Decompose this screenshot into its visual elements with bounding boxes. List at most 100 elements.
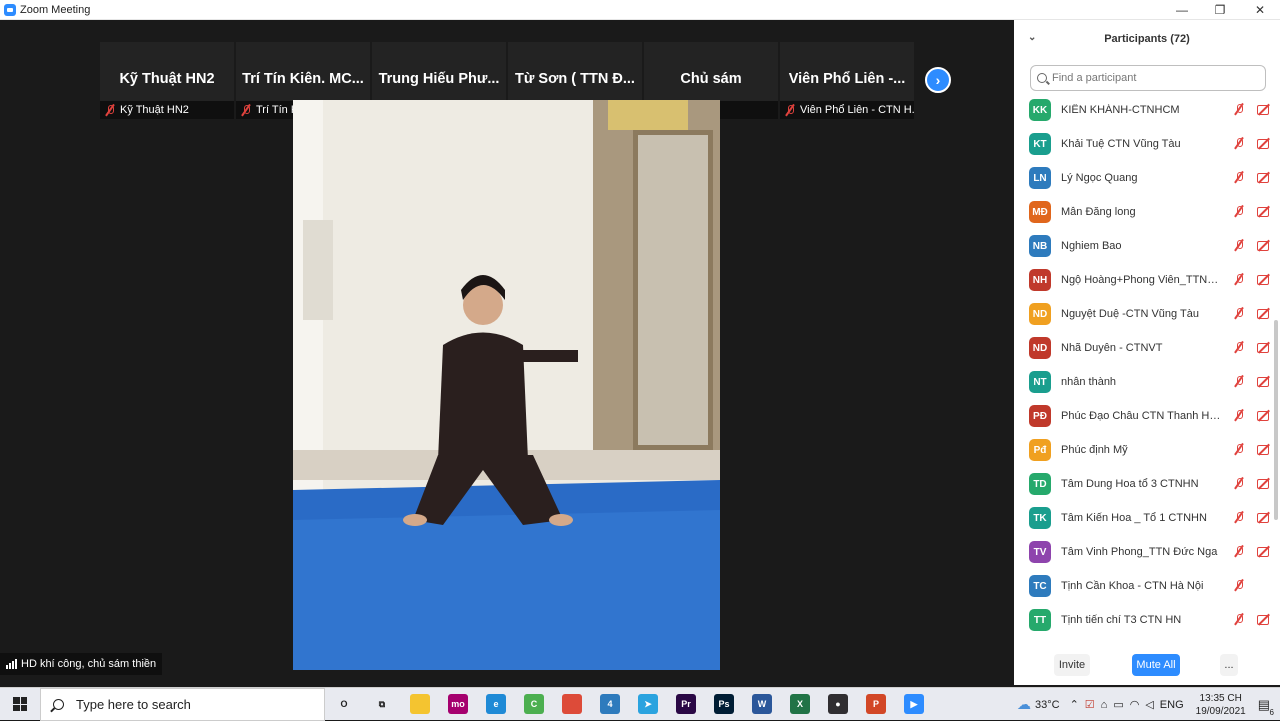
camera-off-icon[interactable] — [1256, 307, 1272, 319]
camera-off-icon[interactable] — [1256, 613, 1272, 625]
participant-name: Tâm Dung Hoa tổ 3 CTNHN — [1061, 478, 1199, 490]
mic-muted-icon — [784, 104, 796, 116]
camera-off-icon[interactable] — [1256, 171, 1272, 183]
mic-muted-icon[interactable] — [1233, 307, 1245, 319]
file-explorer-taskbar-button[interactable] — [401, 688, 439, 721]
maximize-button[interactable]: ❐ — [1200, 0, 1240, 20]
start-button[interactable] — [0, 688, 40, 721]
notification-count: 6 — [1269, 707, 1274, 717]
camera-off-icon[interactable] — [1256, 103, 1272, 115]
invite-button[interactable]: Invite — [1054, 654, 1090, 676]
mail-badge-taskbar-button[interactable]: 4 — [591, 688, 629, 721]
powerpoint-taskbar-button[interactable]: P — [857, 688, 895, 721]
chevron-up-icon[interactable]: ⌃ — [1070, 698, 1079, 711]
participant-name: Ngộ Hoàng+Phong Viên_TTN Đứ... — [1061, 274, 1221, 286]
participant-scrollbar[interactable] — [1274, 320, 1278, 520]
camera-off-icon[interactable] — [1256, 545, 1272, 557]
participant-row[interactable]: Pđ Phúc định Mỹ — [1014, 433, 1272, 467]
participant-thumbnail[interactable]: Kỹ Thuật HN2 Kỹ Thuật HN2 — [100, 42, 234, 119]
camera-off-icon[interactable] — [1256, 375, 1272, 387]
excel-taskbar-button[interactable]: X — [781, 688, 819, 721]
camera-off-icon[interactable] — [1256, 443, 1272, 455]
mic-muted-icon[interactable] — [1233, 511, 1245, 523]
mic-muted-icon[interactable] — [1233, 171, 1245, 183]
camera-off-icon[interactable] — [1256, 205, 1272, 217]
notification-icon[interactable]: ▤ 6 — [1258, 697, 1274, 717]
mic-muted-icon[interactable] — [1233, 477, 1245, 489]
window-title: Zoom Meeting — [20, 3, 91, 16]
camera-off-icon[interactable] — [1256, 137, 1272, 149]
participant-row[interactable]: ND Nhã Duyên - CTNVT — [1014, 331, 1272, 365]
clock[interactable]: 13:35 CH 19/09/2021 — [1196, 692, 1246, 718]
network-icon[interactable]: ⌂ — [1101, 699, 1108, 711]
minimize-button[interactable]: — — [1162, 0, 1202, 20]
mic-muted-icon[interactable] — [1233, 579, 1245, 591]
active-speaker-video[interactable] — [293, 100, 720, 670]
mic-muted-icon[interactable] — [1233, 103, 1245, 115]
participant-row[interactable]: KT Khải Tuệ CTN Vũng Tàu — [1014, 127, 1272, 161]
participant-status — [1233, 307, 1272, 319]
camera-off-icon[interactable] — [1256, 409, 1272, 421]
mic-muted-icon[interactable] — [1233, 137, 1245, 149]
zoom-taskbar-button[interactable]: ▶ — [895, 688, 933, 721]
avatar: Pđ — [1029, 439, 1051, 461]
antivirus-icon[interactable]: ☑ — [1085, 698, 1095, 711]
chrome-taskbar-button[interactable] — [553, 688, 591, 721]
close-button[interactable]: ✕ — [1240, 0, 1280, 20]
more-button[interactable]: ... — [1220, 654, 1238, 676]
telegram-taskbar-button[interactable]: ➤ — [629, 688, 667, 721]
participant-row[interactable]: MĐ Mẫn Đăng long — [1014, 195, 1272, 229]
battery-icon[interactable]: ▭ — [1113, 698, 1123, 711]
mic-muted-icon[interactable] — [1233, 375, 1245, 387]
mic-muted-icon[interactable] — [1233, 613, 1245, 625]
mic-muted-icon[interactable] — [1233, 341, 1245, 353]
participant-row[interactable]: NH Ngộ Hoàng+Phong Viên_TTN Đứ... — [1014, 263, 1272, 297]
mic-muted-icon[interactable] — [1233, 443, 1245, 455]
mic-muted-icon[interactable] — [1233, 409, 1245, 421]
weather-temp[interactable]: 33°C — [1035, 699, 1060, 711]
participant-row[interactable]: ND Nguyệt Duệ -CTN Vũng Tàu — [1014, 297, 1272, 331]
task-view-taskbar-button[interactable]: ⧉ — [363, 688, 401, 721]
participant-status — [1233, 103, 1272, 115]
mic-muted-icon[interactable] — [1233, 545, 1245, 557]
mic-muted-icon[interactable] — [1233, 273, 1245, 285]
participant-status — [1233, 579, 1272, 591]
edge-taskbar-button[interactable]: e — [477, 688, 515, 721]
camera-off-icon[interactable] — [1256, 477, 1272, 489]
participant-list: KK KIÊN KHÁNH-CTNHCM KT Khải Tuệ CTN Vũn… — [1014, 93, 1272, 637]
word-taskbar-button[interactable]: W — [743, 688, 781, 721]
language-indicator[interactable]: ENG — [1160, 699, 1184, 711]
mute-all-button[interactable]: Mute All — [1132, 654, 1180, 676]
participant-row[interactable]: NB Nghiem Bao — [1014, 229, 1272, 263]
participant-row[interactable]: KK KIÊN KHÁNH-CTNHCM — [1014, 93, 1272, 127]
camera-off-icon[interactable] — [1256, 239, 1272, 251]
momo-taskbar-button[interactable]: mo — [439, 688, 477, 721]
premiere-taskbar-button[interactable]: Pr — [667, 688, 705, 721]
participants-title: Participants (72) — [1104, 33, 1190, 45]
camera-off-icon[interactable] — [1256, 511, 1272, 523]
next-page-icon[interactable]: › — [925, 67, 951, 93]
wifi-icon[interactable]: ◠ — [1130, 698, 1140, 711]
participant-row[interactable]: TV Tâm Vinh Phong_TTN Đức Nga — [1014, 535, 1272, 569]
camera-off-icon[interactable] — [1256, 273, 1272, 285]
photoshop-taskbar-button[interactable]: Ps — [705, 688, 743, 721]
coccoc-taskbar-button[interactable]: C — [515, 688, 553, 721]
participant-row[interactable]: LN Lý Ngọc Quang — [1014, 161, 1272, 195]
participant-row[interactable]: PĐ Phúc Đạo Châu CTN Thanh Hoá — [1014, 399, 1272, 433]
participant-search-input[interactable]: Find a participant — [1030, 65, 1266, 91]
volume-icon[interactable]: ◁ — [1145, 698, 1153, 711]
participant-row[interactable]: TD Tâm Dung Hoa tổ 3 CTNHN — [1014, 467, 1272, 501]
chevron-down-icon[interactable]: ⌄ — [1028, 32, 1036, 43]
mic-muted-icon[interactable] — [1233, 205, 1245, 217]
participant-name: KIÊN KHÁNH-CTNHCM — [1061, 104, 1180, 116]
participant-row[interactable]: TC Tịnh Cần Khoa - CTN Hà Nội — [1014, 569, 1272, 603]
taskbar-search-input[interactable]: Type here to search — [40, 687, 325, 721]
camera-off-icon[interactable] — [1256, 341, 1272, 353]
participant-row[interactable]: TT Tịnh tiến chí T3 CTN HN — [1014, 603, 1272, 637]
participant-row[interactable]: NT nhẫn thành — [1014, 365, 1272, 399]
obs-taskbar-button[interactable]: ● — [819, 688, 857, 721]
cortana-taskbar-button[interactable]: O — [325, 688, 363, 721]
mic-muted-icon[interactable] — [1233, 239, 1245, 251]
participant-row[interactable]: TK Tâm Kiến Hoa _ Tổ 1 CTNHN — [1014, 501, 1272, 535]
participant-thumbnail[interactable]: Viên Phổ Liên -... Viên Phổ Liên - CTN H… — [780, 42, 914, 119]
